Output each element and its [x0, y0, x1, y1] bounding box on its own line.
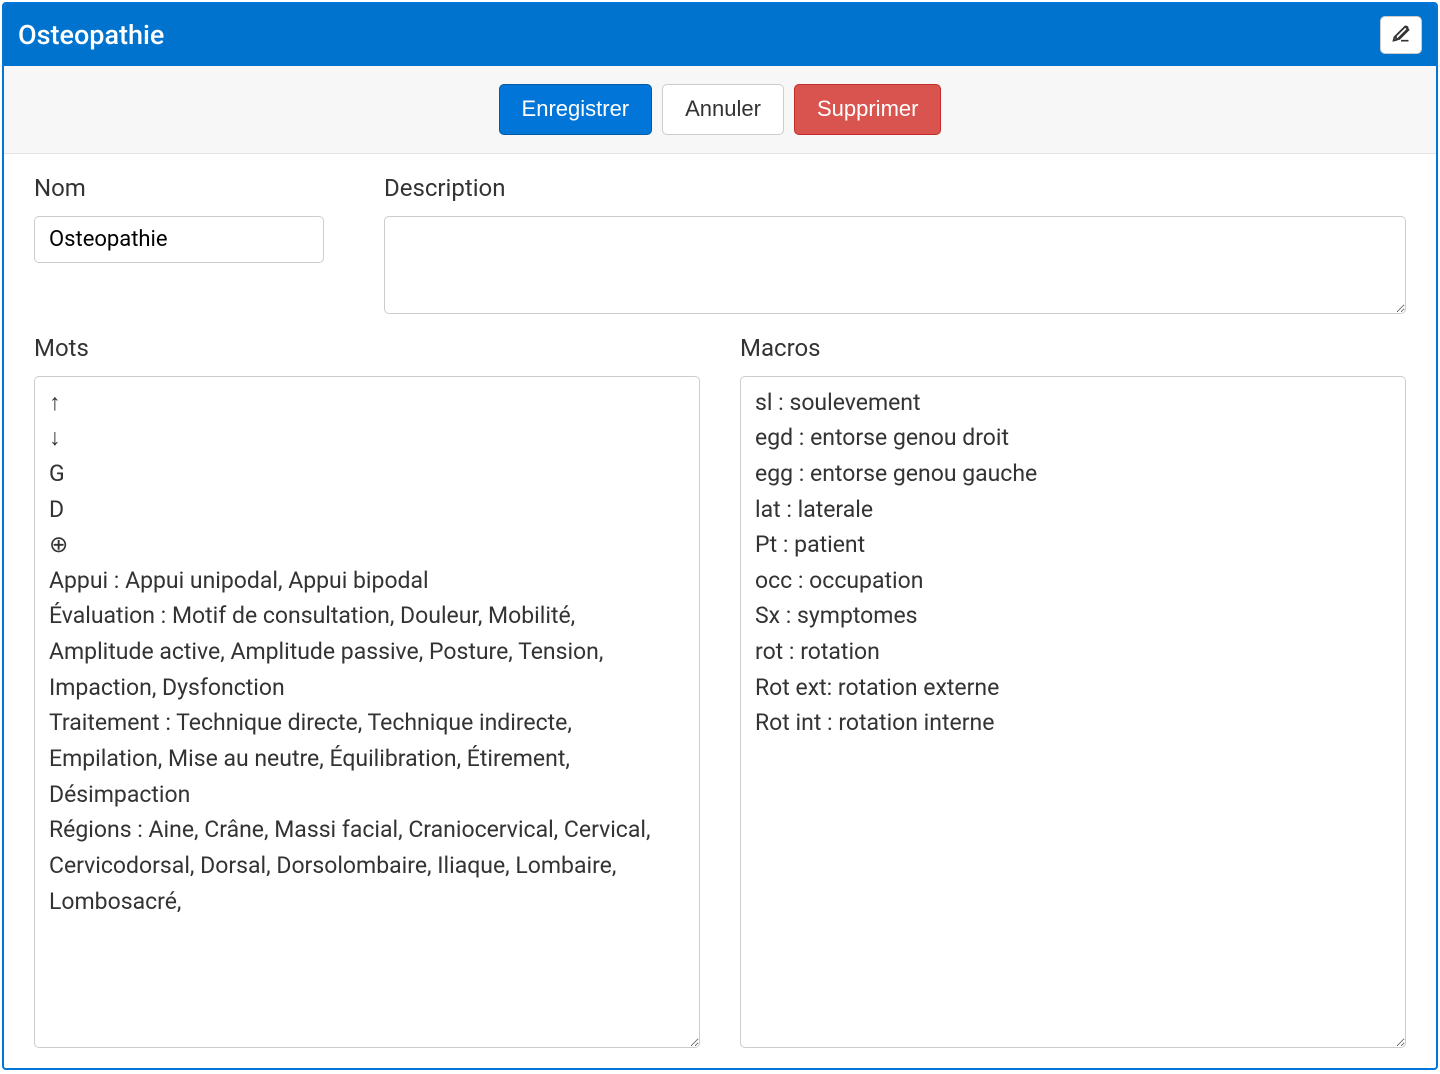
form-content: Nom Description Mots Macros: [4, 154, 1436, 1068]
macros-textarea[interactable]: [740, 376, 1406, 1048]
row-name-description: Nom Description: [34, 174, 1406, 314]
mots-label: Mots: [34, 334, 700, 362]
save-button[interactable]: Enregistrer: [499, 84, 653, 135]
edit-icon: [1391, 19, 1411, 51]
description-textarea[interactable]: [384, 216, 1406, 314]
action-toolbar: Enregistrer Annuler Supprimer: [4, 66, 1436, 154]
mots-field-group: Mots: [34, 334, 700, 1048]
nom-label: Nom: [34, 174, 354, 202]
nom-input[interactable]: [34, 216, 324, 263]
row-mots-macros: Mots Macros: [34, 334, 1406, 1048]
edit-button[interactable]: [1380, 16, 1422, 54]
page-title: Osteopathie: [18, 19, 164, 51]
description-label: Description: [384, 174, 1406, 202]
titlebar: Osteopathie: [4, 4, 1436, 66]
nom-field-group: Nom: [34, 174, 354, 314]
description-field-group: Description: [384, 174, 1406, 314]
macros-label: Macros: [740, 334, 1406, 362]
delete-button[interactable]: Supprimer: [794, 84, 941, 135]
mots-textarea[interactable]: [34, 376, 700, 1048]
macros-field-group: Macros: [740, 334, 1406, 1048]
app-window: Osteopathie Enregistrer Annuler Supprime…: [2, 2, 1438, 1070]
cancel-button[interactable]: Annuler: [662, 84, 784, 135]
